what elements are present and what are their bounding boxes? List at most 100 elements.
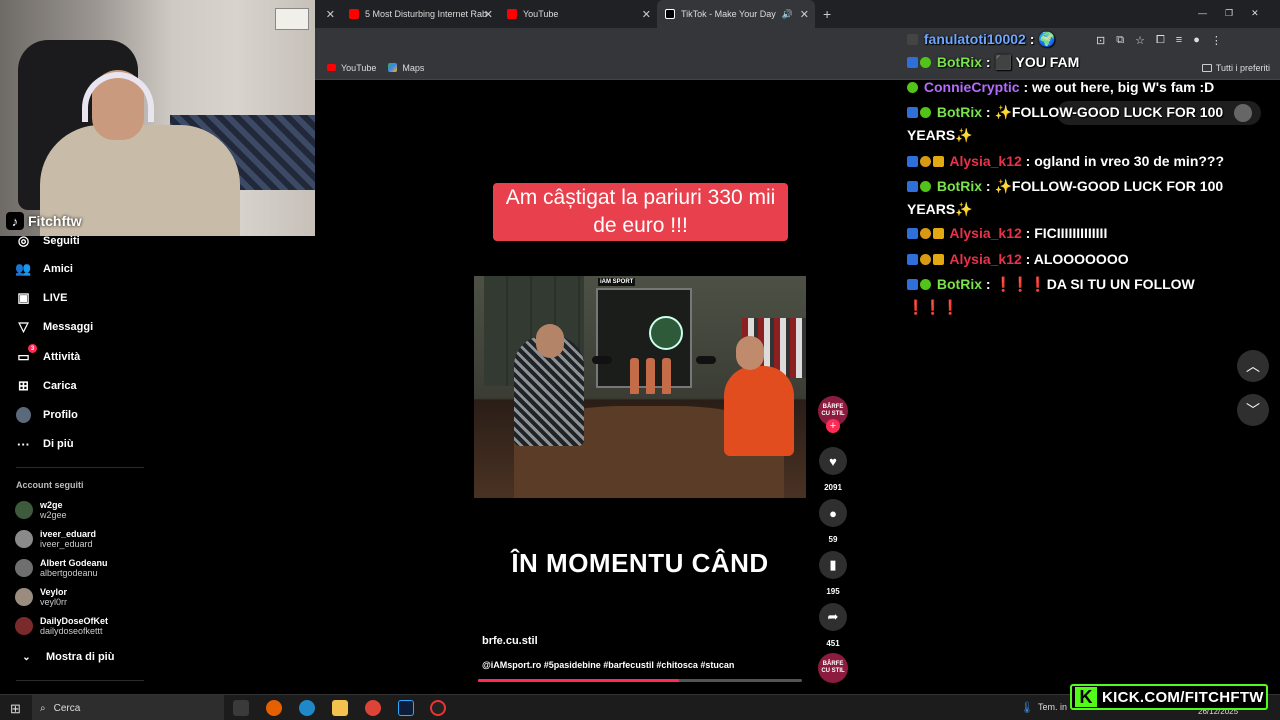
tab-close-prev[interactable]: ✕ xyxy=(315,0,341,28)
speaker-icon[interactable]: 🔊 xyxy=(782,9,793,20)
tab-disturbing[interactable]: 5 Most Disturbing Internet Rab ✕ xyxy=(341,0,499,28)
followed-account[interactable]: DailyDoseOfKet dailydoseofkettt xyxy=(15,616,108,636)
chat-username[interactable]: BotRix xyxy=(937,54,982,70)
chat-message: BotRix : ✨FOLLOW-GOOD LUCK FOR 100 YEARS… xyxy=(907,175,1237,221)
chat-message: Alysia_k12 : ogland in vreo 30 de min??? xyxy=(907,150,1237,173)
tab-tiktok[interactable]: TikTok - Make Your Day 🔊 ✕ xyxy=(657,0,815,28)
video-description[interactable]: @iAMsport.ro #5pasidebine #barfecustil #… xyxy=(482,660,734,670)
video-progress-bar[interactable] xyxy=(478,679,802,682)
show-more-button[interactable]: ⌄ Mostra di più xyxy=(19,650,114,664)
chat-message: fanulatoti10002 : 🌍 xyxy=(907,28,1237,51)
music-disc[interactable]: BÂRFE CU STIL xyxy=(818,653,848,683)
video-author[interactable]: brfe.cu.stil xyxy=(482,635,538,647)
bookmark-icon[interactable]: ▮ xyxy=(819,551,847,579)
microphone xyxy=(696,356,716,364)
task-view-icon[interactable] xyxy=(233,700,249,716)
weather-label[interactable]: Tem. in xyxy=(1038,702,1067,712)
video-frame[interactable]: iAM SPORT xyxy=(474,276,806,498)
followed-accounts-title: Account seguiti xyxy=(16,480,84,490)
maximize-icon[interactable]: ❐ xyxy=(1225,8,1233,19)
account-handle: albertgodeanu xyxy=(40,568,98,578)
scene-brand: iAM SPORT xyxy=(598,278,636,286)
bottle xyxy=(662,358,671,394)
ver-badge-icon xyxy=(920,57,931,68)
chat-username[interactable]: BotRix xyxy=(937,104,982,120)
comment-icon[interactable]: ● xyxy=(819,499,847,527)
obs-icon[interactable] xyxy=(430,700,446,716)
window-controls: — ❐ ✕ xyxy=(1198,8,1259,19)
nav-label: Di più xyxy=(43,438,74,450)
show-more-label: Mostra di più xyxy=(46,651,115,663)
chat-text: : ogland in vreo 30 de min??? xyxy=(1025,153,1225,169)
avatar xyxy=(15,530,33,548)
close-icon[interactable]: ✕ xyxy=(326,8,335,21)
nav-messages[interactable]: ▽ Messaggi xyxy=(16,319,94,334)
account-name: Albert Godeanu xyxy=(40,558,108,568)
nav-upload[interactable]: ⊞ Carica xyxy=(16,378,77,393)
kick-url: KICK.COM/FITCHFTW xyxy=(1102,688,1264,706)
share-action[interactable]: ➦ 451 xyxy=(818,603,848,648)
account-handle: iveer_eduard xyxy=(40,539,93,549)
bookmark-maps[interactable]: Maps xyxy=(388,63,424,73)
comment-count: 59 xyxy=(828,535,838,544)
progress-fill xyxy=(478,679,679,682)
next-video-button[interactable]: ﹀ xyxy=(1237,394,1269,426)
upload-icon: ⊞ xyxy=(18,378,29,393)
windows-start-icon[interactable]: ⊞ xyxy=(10,701,21,717)
nav-live[interactable]: ▣ LIVE xyxy=(16,290,67,305)
close-window-icon[interactable]: ✕ xyxy=(1251,8,1259,19)
chat-username[interactable]: Alysia_k12 xyxy=(949,153,1021,169)
chat-message: Alysia_k12 : FICIIIIIIIIIIIII xyxy=(907,222,1237,245)
chat-username[interactable]: Alysia_k12 xyxy=(949,225,1021,241)
taskbar-search[interactable]: ⌕ Cerca xyxy=(32,695,224,720)
like-action[interactable]: ♥ 2091 xyxy=(818,447,848,492)
close-icon[interactable]: ✕ xyxy=(484,8,493,21)
nav-profile[interactable]: Profilo xyxy=(16,407,78,423)
account-handle: veyl0rr xyxy=(40,597,68,607)
comment-action[interactable]: ● 59 xyxy=(818,499,848,544)
minimize-icon[interactable]: — xyxy=(1198,8,1207,19)
youtube-icon xyxy=(349,9,359,19)
heart-icon[interactable]: ♥ xyxy=(819,447,847,475)
chat-text: : FICIIIIIIIIIIIII xyxy=(1025,225,1108,241)
firefox-icon[interactable] xyxy=(266,700,282,716)
chrome-icon[interactable] xyxy=(365,700,381,716)
nav-following[interactable]: ◎ Seguiti xyxy=(16,233,80,248)
divider xyxy=(16,467,144,468)
tab-youtube[interactable]: YouTube ✕ xyxy=(499,0,657,28)
chat-username[interactable]: ConnieCryptic xyxy=(924,79,1020,95)
chat-username[interactable]: Alysia_k12 xyxy=(949,251,1021,267)
nav-activity[interactable]: ▭ 3 Attività xyxy=(16,344,80,364)
followed-account[interactable]: Albert Godeanu albertgodeanu xyxy=(15,558,108,578)
youtube-icon xyxy=(327,64,336,71)
bookmark-label: YouTube xyxy=(341,62,377,73)
save-action[interactable]: ▮ 195 xyxy=(818,551,848,596)
chat-username[interactable]: fanulatoti10002 xyxy=(924,31,1026,47)
nav-friends[interactable]: 👥 Amici xyxy=(15,261,73,276)
tab-label: YouTube xyxy=(523,9,559,19)
account-handle: dailydoseofkettt xyxy=(40,626,103,636)
follow-plus-icon[interactable]: + xyxy=(826,419,840,433)
close-icon[interactable]: ✕ xyxy=(800,8,809,21)
og-badge-icon xyxy=(933,228,944,239)
account-handle: w2gee xyxy=(40,510,67,520)
chat-username[interactable]: BotRix xyxy=(937,178,982,194)
close-icon[interactable]: ✕ xyxy=(642,8,651,21)
profile-icon xyxy=(16,407,31,423)
photoshop-icon[interactable] xyxy=(398,700,414,716)
mod-badge-icon xyxy=(907,254,918,265)
followed-account[interactable]: Veylor veyl0rr xyxy=(15,587,67,607)
bookmark-youtube[interactable]: YouTube xyxy=(327,63,376,73)
nav-more[interactable]: ··· Di più xyxy=(16,437,74,452)
chat-username[interactable]: BotRix xyxy=(937,276,982,292)
edge-icon[interactable] xyxy=(299,700,315,716)
account-name: Veylor xyxy=(40,587,68,597)
chat-message: BotRix : ⬛ YOU FAM xyxy=(907,51,1237,74)
new-tab-icon[interactable]: + xyxy=(823,6,831,22)
file-explorer-icon[interactable] xyxy=(332,700,348,716)
mod-badge-icon xyxy=(907,57,918,68)
previous-video-button[interactable]: ︿ xyxy=(1237,350,1269,382)
followed-account[interactable]: iveer_eduard iveer_eduard xyxy=(15,529,96,549)
share-icon[interactable]: ➦ xyxy=(819,603,847,631)
followed-account[interactable]: w2ge w2gee xyxy=(15,500,67,520)
